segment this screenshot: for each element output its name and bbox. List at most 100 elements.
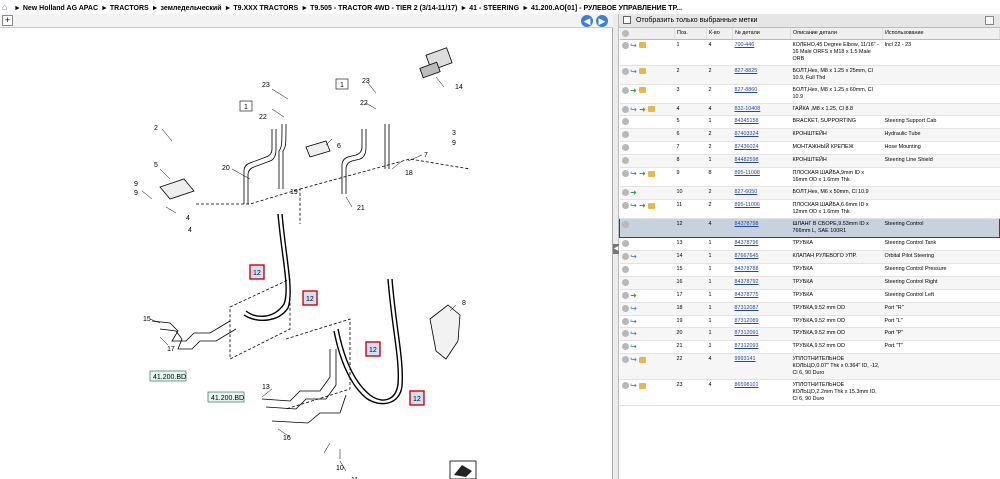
replace-arrow-icon[interactable]: ↪	[630, 252, 638, 260]
diagram-label[interactable]: 4	[186, 215, 190, 222]
part-number-link[interactable]: 895-11008	[732, 167, 791, 188]
breadcrumb-item[interactable]: 41 - STEERING	[469, 5, 519, 12]
replace-arrow-icon[interactable]: ↪	[630, 202, 638, 210]
diagram-label[interactable]: 23	[262, 82, 270, 89]
table-row[interactable]: ↪ 1 4 700-446 КОЛЕНО,45 Degree Elbow, 11/16"…	[619, 39, 1000, 66]
diagram-label[interactable]: 9	[134, 181, 138, 188]
part-number-link[interactable]: 86598101	[732, 379, 791, 407]
info-icon[interactable]	[621, 157, 629, 165]
diagram-label[interactable]: 3	[452, 130, 456, 137]
part-number-link[interactable]: 87667645	[732, 250, 791, 264]
diagram-label[interactable]: 14	[455, 84, 463, 91]
info-icon[interactable]	[621, 118, 629, 126]
info-icon[interactable]	[621, 170, 629, 178]
forward-arrow-icon[interactable]: ➜	[630, 189, 638, 197]
diagram-label[interactable]: 22	[360, 100, 368, 107]
replace-arrow-icon[interactable]: ↪	[630, 41, 638, 49]
reference-link[interactable]: 41.200.BD	[211, 395, 244, 402]
reference-link[interactable]: 41.200.BD	[153, 374, 186, 381]
diagram-label[interactable]: 16	[283, 435, 291, 442]
part-number-link[interactable]: 87312089	[732, 315, 791, 329]
info-icon[interactable]	[621, 41, 629, 49]
forward-arrow-icon[interactable]: ➜	[630, 86, 638, 94]
info-icon[interactable]	[621, 330, 629, 338]
table-row[interactable]: 5 1 84345158 BRACKET, SUPPORTING Steering Su…	[619, 115, 1000, 130]
part-number-link[interactable]: 84378798	[732, 218, 791, 239]
diagram-label[interactable]: 1	[340, 82, 344, 89]
settings-icon[interactable]	[621, 29, 629, 37]
callout-12[interactable]: 12	[253, 270, 261, 277]
part-number-link[interactable]: 84378792	[732, 276, 791, 290]
kit-box-icon[interactable]	[647, 170, 655, 177]
forward-arrow-icon[interactable]: ➜	[639, 105, 647, 113]
part-number-link[interactable]: 827-6050	[732, 186, 791, 201]
part-number-link[interactable]: 87403324	[732, 128, 791, 143]
part-number-link[interactable]: 827-8825	[732, 65, 791, 85]
kit-box-icon[interactable]	[647, 202, 655, 209]
diagram-label[interactable]: 8	[462, 300, 466, 307]
diagram-label[interactable]: 13	[262, 384, 270, 391]
info-icon[interactable]	[621, 278, 629, 286]
replace-arrow-icon[interactable]: ↪	[630, 105, 638, 113]
info-icon[interactable]	[621, 189, 629, 197]
info-icon[interactable]	[621, 144, 629, 152]
replace-arrow-icon[interactable]: ↪	[630, 67, 638, 75]
diagram-label[interactable]: 23	[362, 78, 370, 85]
table-row[interactable]: 12 4 84378798 ШЛАНГ В СБОРЕ,9.53mm ID x 766…	[619, 218, 1000, 239]
breadcrumb-item[interactable]: T9.XXX TRACTORS	[233, 5, 298, 12]
diagram-label[interactable]: 9	[134, 190, 138, 197]
part-number-link[interactable]: 700-446	[732, 39, 791, 66]
diagram-label[interactable]: 19	[290, 189, 298, 196]
breadcrumb-item[interactable]: New Holland AG APAC	[23, 5, 98, 12]
table-row[interactable]: ↪ 18 1 87312087 ТРУБКА,9.52 mm OD Port "R"	[619, 302, 1000, 316]
part-number-link[interactable]: 827-8860	[732, 84, 791, 104]
column-header[interactable]	[619, 28, 675, 40]
previous-arrow-icon[interactable]: ◀	[581, 15, 593, 27]
part-number-link[interactable]: 87312091	[732, 327, 791, 342]
column-header[interactable]: Поз.	[674, 28, 707, 40]
diagram-label[interactable]: 4	[188, 227, 192, 234]
diagram-label[interactable]: 2	[154, 125, 158, 132]
part-number-link[interactable]: 87436024	[732, 141, 791, 156]
replace-arrow-icon[interactable]: ↪	[630, 304, 638, 312]
table-row[interactable]: ↪ ➜ 9 8 895-11008 ПЛОСКАЯ ШАЙБА,9mm ID x 16mm…	[619, 167, 1000, 188]
table-row[interactable]: 13 1 84378796 ТРУБКА Steering Control Tank	[619, 237, 1000, 251]
table-row[interactable]: ↪ 23 4 86598101 УПЛОТНИТЕЛЬНОЕ КОЛЬЦО,2.2mm …	[619, 379, 1000, 407]
parts-diagram[interactable]: 1123445678999101113141516171819202122222…	[0, 29, 612, 479]
part-number-link[interactable]: 895-11006	[732, 199, 791, 220]
info-icon[interactable]	[621, 252, 629, 260]
kit-box-icon[interactable]	[638, 68, 646, 74]
part-number-link[interactable]: 84345158	[732, 115, 791, 130]
diagram-label[interactable]: 22	[259, 114, 267, 121]
info-icon[interactable]	[621, 304, 629, 312]
info-icon[interactable]	[621, 202, 629, 210]
table-row[interactable]: ➜ 17 1 84378775 ТРУБКА Steering Control Left	[619, 289, 1000, 303]
kit-box-icon[interactable]	[638, 42, 646, 48]
replace-arrow-icon[interactable]: ↪	[630, 170, 638, 178]
next-arrow-icon[interactable]: ▶	[596, 15, 608, 27]
part-number-link[interactable]: 87312093	[732, 340, 791, 355]
show-selected-checkbox[interactable]	[623, 16, 631, 25]
info-icon[interactable]	[621, 291, 629, 299]
info-icon[interactable]	[621, 240, 629, 248]
part-number-link[interactable]: 9993141	[732, 353, 791, 381]
kit-box-icon[interactable]	[647, 106, 655, 112]
table-row[interactable]: ➜ 10 2 827-6050 БОЛТ,Hex, M6 x 50mm, Cl 10.9	[619, 186, 1000, 201]
kit-box-icon[interactable]	[638, 382, 646, 389]
diagram-label[interactable]: 7	[424, 152, 428, 159]
replace-arrow-icon[interactable]: ↪	[630, 343, 638, 351]
part-number-link[interactable]: 84378775	[732, 289, 791, 303]
breadcrumb-item[interactable]: 41.200.AO[01] - РУЛЕВОЕ УПРАВЛЕНИЕ ТР...	[531, 5, 682, 12]
replace-arrow-icon[interactable]: ↪	[630, 317, 638, 325]
callout-12[interactable]: 12	[413, 396, 421, 403]
table-row[interactable]: 8 1 84482598 КРОНШТЕЙН Steering Line Shield	[619, 154, 1000, 169]
callout-12[interactable]: 12	[306, 296, 314, 303]
table-row[interactable]: 7 2 87436024 МОНТАЖНЫЙ КРЕПЕЖ Hose Mounting	[619, 141, 1000, 156]
breadcrumb-item[interactable]: TRACTORS	[110, 5, 149, 12]
table-row[interactable]: 15 1 84378788 ТРУБКА Steering Control Pressu…	[619, 263, 1000, 277]
diagram-label[interactable]: 1	[244, 104, 248, 111]
table-row[interactable]: 6 2 87403324 КРОНШТЕЙН Hydraulic Tube	[619, 128, 1000, 143]
part-number-link[interactable]: 84378796	[732, 237, 791, 251]
diagram-label[interactable]: 10	[336, 465, 344, 472]
info-icon[interactable]	[621, 67, 629, 75]
